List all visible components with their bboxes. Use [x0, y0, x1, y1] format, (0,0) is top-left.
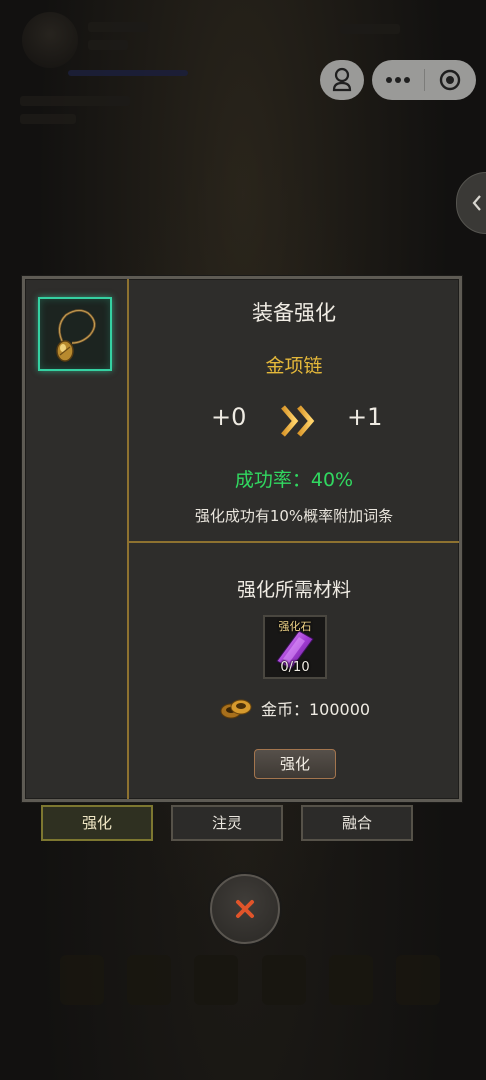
bg-text-line: [340, 24, 400, 34]
bg-text-line: [88, 40, 128, 50]
gold-cost-row: 金币：100000: [219, 693, 370, 723]
more-button[interactable]: [372, 60, 424, 100]
tab-enhance[interactable]: 强化: [41, 805, 153, 841]
capsule-menu: [372, 60, 476, 100]
panel-title: 装备强化: [252, 301, 336, 325]
bg-text-line: [20, 96, 130, 106]
current-level: +0: [211, 403, 247, 431]
material-slot[interactable]: 强化石 0/10: [263, 615, 327, 679]
gold-necklace-icon: [56, 309, 96, 362]
success-rate: 成功率：40%: [234, 469, 354, 491]
target-level: +1: [347, 403, 383, 431]
equipment-enhance-panel: 装备强化 金项链 +0 +1 成功率：40% 强化成功有10%概率附加词条 强化…: [22, 276, 462, 802]
bonus-note: 强化成功有10%概率附加词条: [194, 507, 394, 525]
close-miniprogram-button[interactable]: [425, 60, 477, 100]
item-name: 金项链: [265, 355, 323, 377]
gold-coins-icon: [220, 699, 252, 719]
gold-cost: 金币：100000: [261, 700, 371, 719]
player-avatar: [22, 12, 78, 68]
materials-title: 强化所需材料: [236, 579, 351, 601]
chevron-left-icon: [472, 195, 481, 211]
close-x-icon: [236, 900, 254, 918]
double-chevron-right-icon: [279, 403, 319, 443]
target-circle-icon: [440, 69, 461, 91]
bg-text-line: [20, 114, 76, 124]
close-button[interactable]: [210, 874, 280, 944]
horizontal-divider: [129, 541, 459, 543]
equipment-slot[interactable]: [38, 297, 112, 371]
enhance-button[interactable]: 强化: [254, 749, 336, 779]
bg-text-line: [88, 22, 148, 32]
tab-fusion[interactable]: 融合: [301, 805, 413, 841]
avatar-capsule-button[interactable]: [320, 60, 364, 100]
material-name: 强化石: [278, 620, 312, 633]
material-count: 0/10: [280, 660, 310, 675]
user-stamp-icon: [332, 67, 352, 92]
bg-bar: [68, 70, 188, 76]
bg-bottom-nav: [60, 955, 440, 1011]
tab-infuse[interactable]: 注灵: [171, 805, 283, 841]
more-dots-icon: [385, 77, 410, 83]
